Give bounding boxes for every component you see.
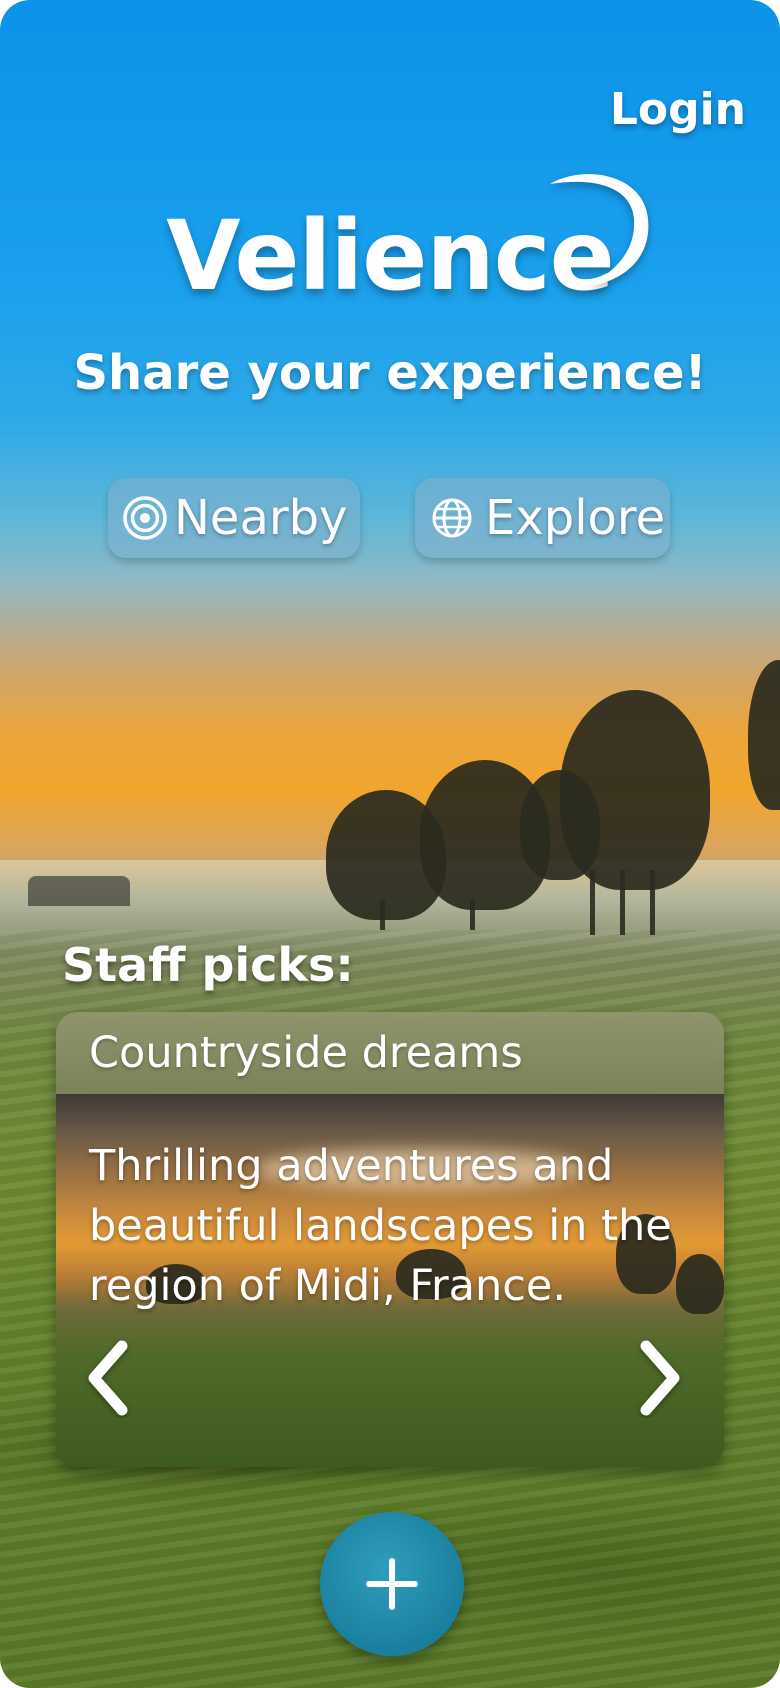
card-header: Countryside dreams — [56, 1012, 724, 1094]
tree-silhouette — [748, 660, 780, 810]
add-experience-button[interactable] — [320, 1512, 464, 1656]
brand-swoosh-icon — [549, 174, 649, 286]
card-title: Countryside dreams — [89, 1028, 523, 1078]
tree-trunk — [590, 870, 595, 935]
nearby-button[interactable]: Nearby — [108, 478, 360, 558]
plus-icon — [366, 1558, 418, 1610]
staff-picks-heading: Staff picks: — [62, 938, 354, 992]
staff-pick-card[interactable]: Countryside dreams Thrilling adventures … — [56, 1012, 724, 1467]
tree-trunk — [380, 900, 385, 930]
explore-label: Explore — [485, 490, 666, 546]
tree-trunk — [650, 870, 655, 935]
target-icon — [122, 495, 168, 541]
globe-icon — [431, 497, 473, 539]
next-pick-button[interactable] — [628, 1338, 688, 1418]
nearby-label: Nearby — [174, 490, 348, 546]
tree-trunk — [620, 870, 625, 935]
login-link[interactable]: Login — [610, 84, 746, 135]
chevron-left-icon — [88, 1340, 128, 1416]
tree-trunk — [470, 900, 475, 930]
app-screen: Login Velience Share your experience! Ne… — [0, 0, 780, 1688]
brand-logo: Velience — [0, 174, 780, 312]
card-image: Thrilling adventures and beautiful lands… — [56, 1094, 724, 1467]
explore-button[interactable]: Explore — [415, 478, 670, 558]
card-description: Thrilling adventures and beautiful lands… — [89, 1141, 672, 1311]
brand-name: Velience — [166, 174, 649, 312]
previous-pick-button[interactable] — [80, 1338, 140, 1418]
distant-building — [28, 876, 130, 906]
chevron-right-icon — [640, 1340, 680, 1416]
tagline: Share your experience! — [73, 345, 707, 401]
tree-silhouette — [560, 690, 710, 890]
